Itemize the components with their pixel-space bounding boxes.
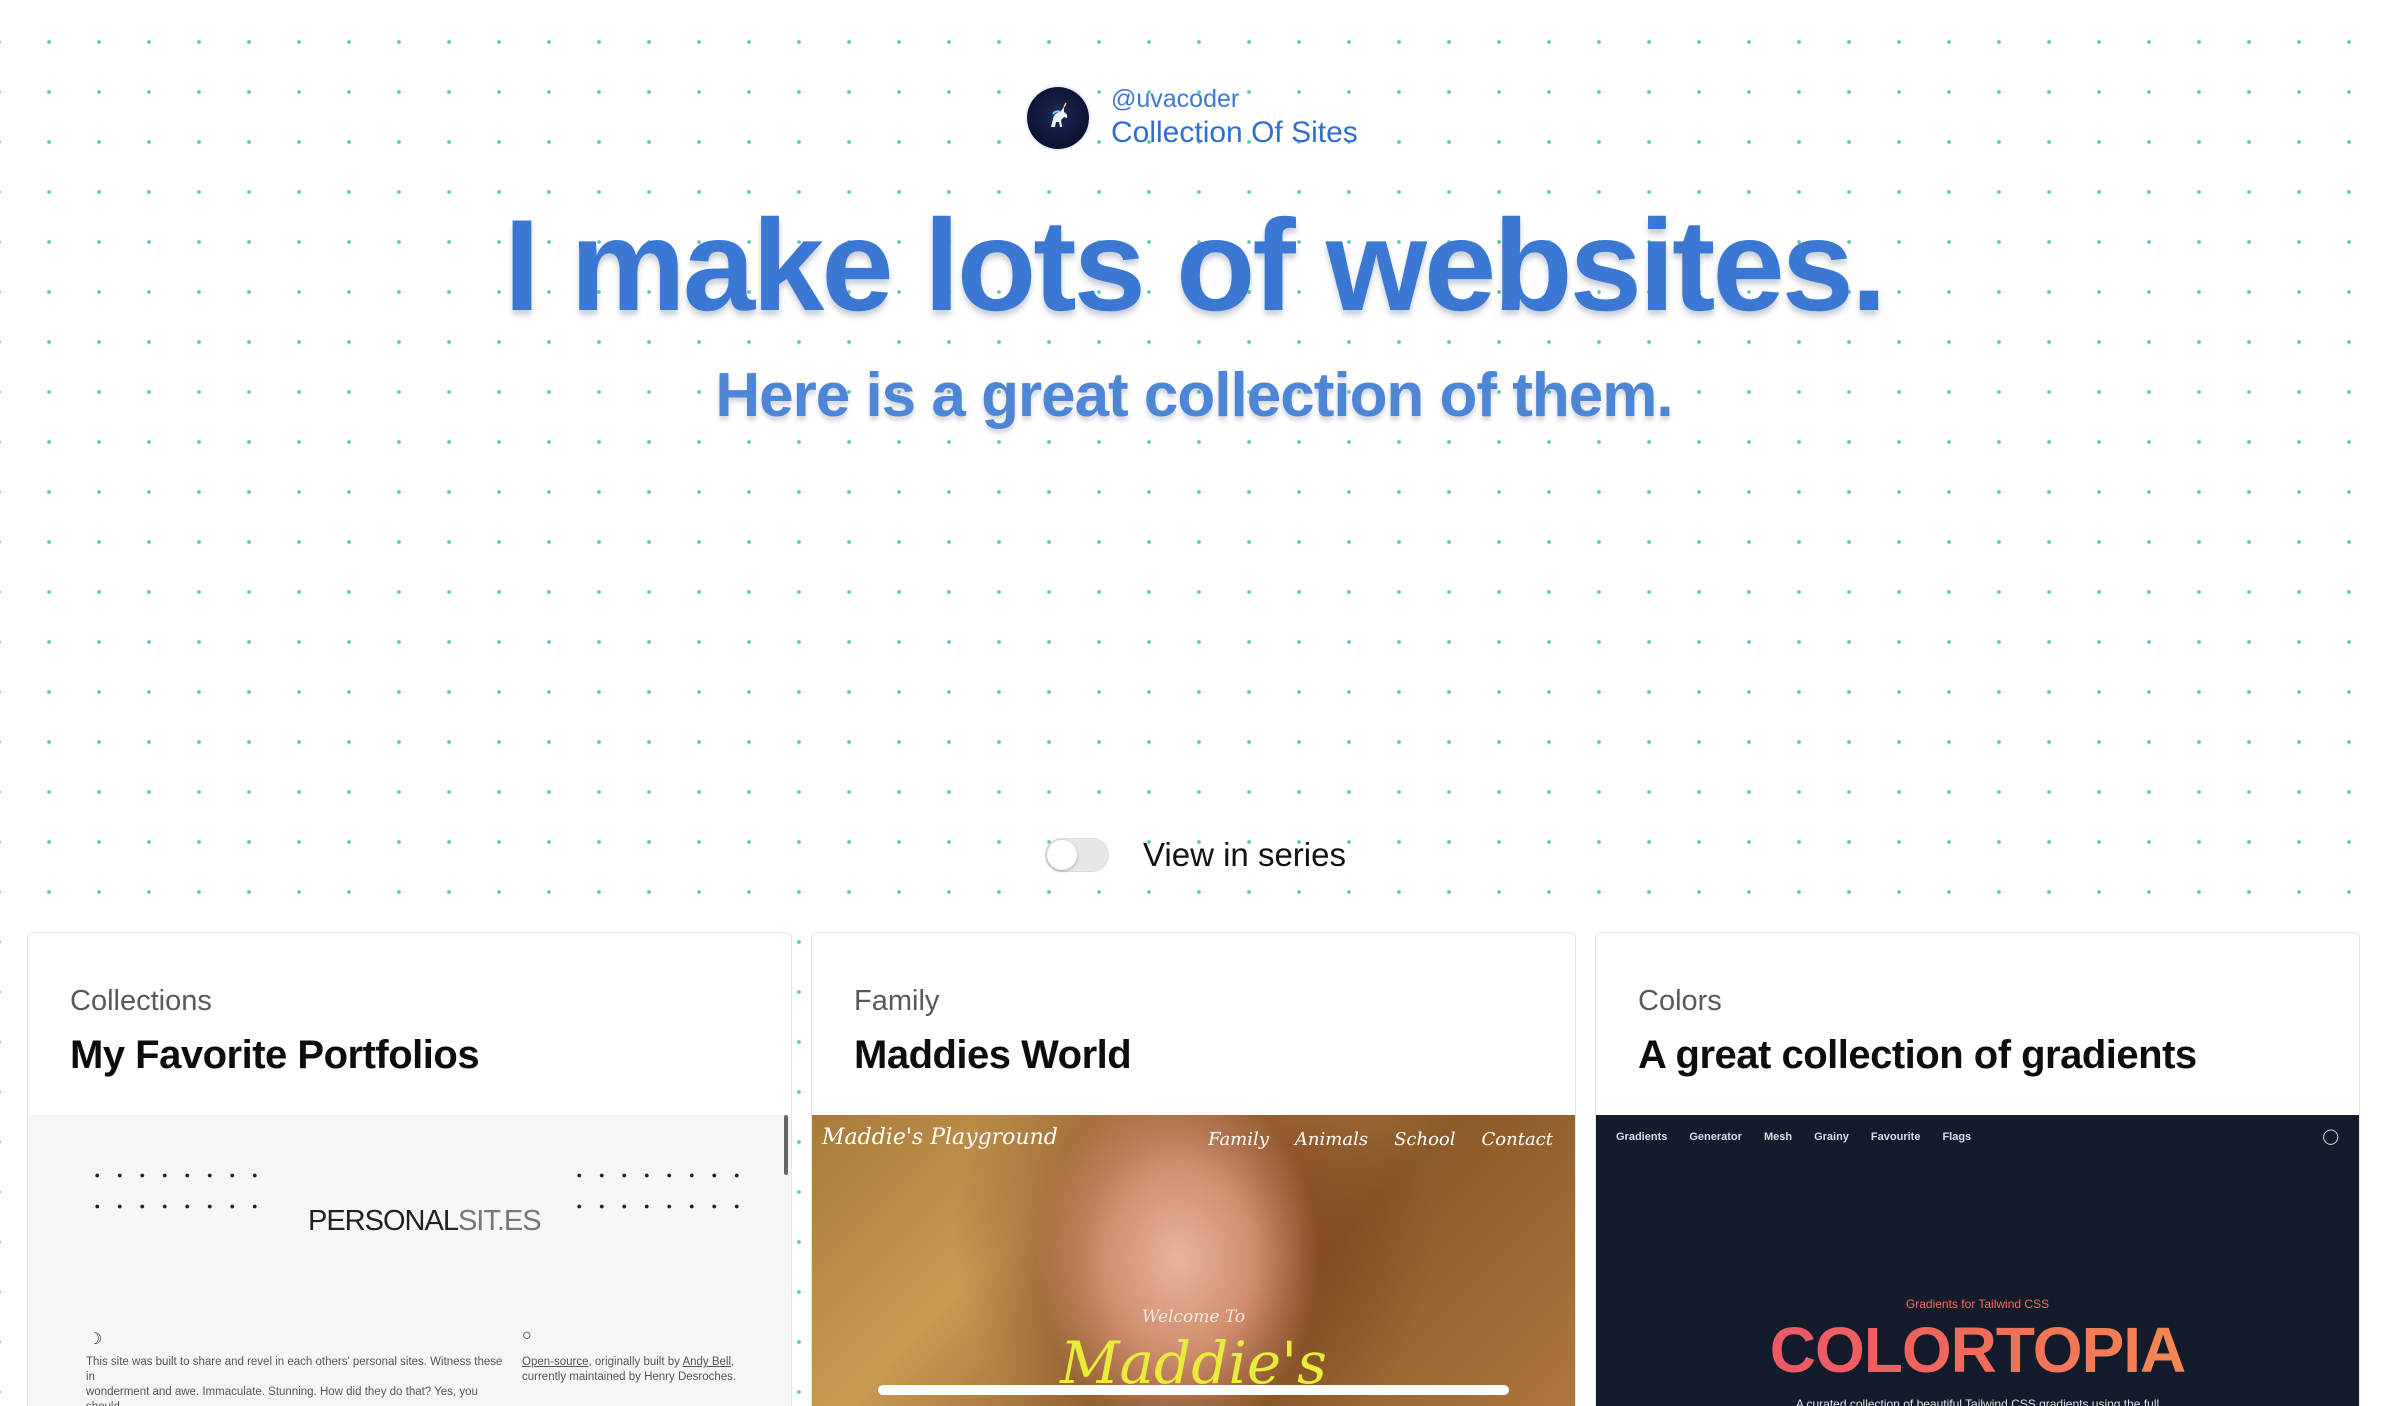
preview-scrollbar	[784, 1115, 788, 1175]
preview-title: COLORTOPIA	[1596, 1313, 2359, 1387]
preview-welcome: Welcome To	[1141, 1307, 1246, 1327]
preview-nav-item: Family	[1208, 1129, 1269, 1150]
preview-right-text-2: ,	[731, 1356, 735, 1368]
preview-nav-item: Mesh	[1763, 1131, 1793, 1143]
collection-link[interactable]: Collection Of Sites	[1111, 114, 1358, 152]
view-series-toggle-row: View in series	[1045, 836, 1346, 874]
card-preview-image[interactable]: Gradients Generator Mesh Grainy Favourit…	[1596, 1115, 2359, 1406]
author-handle[interactable]: @uvacoder	[1111, 84, 1358, 114]
preview-left-text: This site was built to share and revel i…	[86, 1355, 506, 1406]
open-source-link: Open-source	[522, 1356, 589, 1368]
site-card-maddies-world[interactable]: Family Maddies World Maddie's Playground…	[811, 932, 1576, 1406]
toggle-knob	[1047, 840, 1077, 870]
preview-right-text-1: , originally built by	[588, 1356, 683, 1368]
preview-nav-item: Grainy	[1814, 1131, 1849, 1143]
card-title[interactable]: Maddies World	[854, 1029, 1533, 1081]
preview-nav-item: Contact	[1481, 1129, 1553, 1150]
card-category: Collections	[70, 985, 212, 1017]
preview-right-line: currently maintained by Henry Desroches.	[522, 1371, 737, 1383]
avatar[interactable]	[1027, 87, 1089, 149]
loader-icon: ○	[522, 1327, 532, 1344]
card-title[interactable]: My Favorite Portfolios	[70, 1029, 749, 1081]
card-header: Colors A great collection of gradients	[1596, 933, 2359, 1115]
preview-brand: Maddie's Playground	[822, 1125, 1058, 1150]
preview-left-line: wonderment and awe. Immaculate. Stunning…	[86, 1386, 478, 1406]
logo-thin: SIT.ES	[457, 1205, 542, 1237]
card-header: Family Maddies World	[812, 933, 1575, 1115]
card-header: Collections My Favorite Portfolios	[28, 933, 791, 1115]
preview-nav: Gradients Generator Mesh Grainy Favourit…	[1616, 1131, 1971, 1143]
card-category: Family	[854, 985, 940, 1017]
preview-description: A curated collection of beautiful Tailwi…	[1795, 1397, 2160, 1406]
card-preview-image[interactable]: PERSONALSIT.ES ☽ ○ This site was built t…	[28, 1115, 791, 1406]
unicorn-icon	[1051, 102, 1068, 127]
dot-pattern-right	[568, 1160, 748, 1230]
preview-nav-item: Animals	[1294, 1129, 1369, 1150]
preview-nav-item: Generator	[1689, 1131, 1742, 1143]
logo-bold: PERSONAL	[308, 1205, 459, 1237]
view-series-toggle[interactable]	[1045, 838, 1109, 872]
github-icon: ◯	[2322, 1128, 2339, 1145]
preview-tagline: Gradients for Tailwind CSS	[1905, 1297, 2050, 1311]
card-preview-image[interactable]: Maddie's Playground Family Animals Schoo…	[812, 1115, 1575, 1406]
page-subheadline: Here is a great collection of them.	[715, 361, 1673, 430]
dot-pattern-left	[86, 1160, 266, 1230]
preview-right-text: Open-source, originally built by Andy Be…	[522, 1355, 782, 1385]
preview-nav-item: Favourite	[1870, 1131, 1921, 1143]
personal-sites-logo: PERSONALSIT.ES	[308, 1205, 542, 1238]
andy-bell-link: Andy Bell	[682, 1356, 732, 1368]
moon-icon: ☽	[88, 1331, 103, 1348]
site-card-gradients[interactable]: Colors A great collection of gradients G…	[1595, 932, 2360, 1406]
preview-nav-item: School	[1394, 1129, 1456, 1150]
card-category: Colors	[1638, 985, 1722, 1017]
author-block[interactable]: @uvacoder Collection Of Sites	[1027, 84, 1358, 152]
video-scrubber[interactable]	[878, 1385, 1509, 1395]
preview-nav-item: Flags	[1942, 1131, 1972, 1143]
view-series-label: View in series	[1143, 836, 1346, 873]
preview-nav-item: Gradients	[1616, 1131, 1668, 1143]
site-card-portfolios[interactable]: Collections My Favorite Portfolios PERSO…	[27, 932, 792, 1406]
preview-nav: Family Animals School Contact	[1208, 1129, 1553, 1150]
page-headline: I make lots of websites.	[503, 192, 1887, 338]
card-title[interactable]: A great collection of gradients	[1638, 1029, 2317, 1081]
preview-left-line: This site was built to share and revel i…	[86, 1356, 503, 1383]
